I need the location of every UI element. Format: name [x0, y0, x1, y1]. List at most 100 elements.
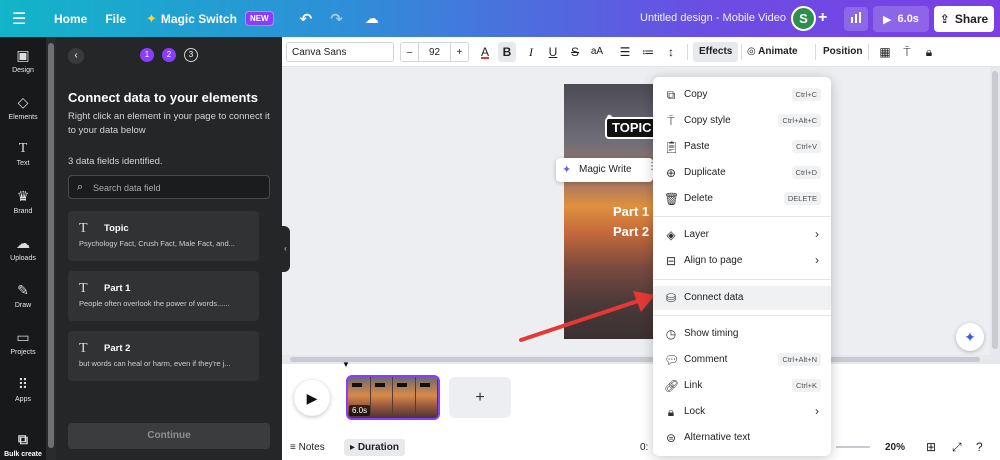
zoom-level[interactable]: 20% — [885, 439, 905, 456]
menu-item-connect-data[interactable]: ⛁ Connect data — [653, 286, 831, 310]
menu-item-label: Delete — [684, 193, 713, 204]
spacing-icon[interactable]: ↕ — [662, 42, 680, 62]
avatar[interactable]: S — [791, 6, 816, 31]
shortcut-badge: Ctrl+Alt+N — [778, 353, 821, 366]
text-color-button[interactable]: A — [476, 42, 494, 62]
design-title[interactable]: Untitled design - Mobile Video — [640, 12, 786, 24]
present-button[interactable]: ▶ 6.0s — [873, 6, 929, 32]
part1-text-element[interactable]: Part 1 — [613, 204, 649, 219]
bold-button[interactable]: B — [498, 42, 516, 62]
italic-button[interactable]: I — [522, 42, 540, 62]
lock-icon[interactable]: 🔒︎ — [920, 42, 938, 62]
data-field-card[interactable]: T Topic Psychology Fact, Crush Fact, Mal… — [68, 211, 259, 261]
bulk-create-icon: ⧉ — [18, 431, 28, 447]
animate-button[interactable]: ◎ Animate — [747, 42, 798, 62]
align-center-icon[interactable]: ☰ — [616, 42, 634, 62]
rail-item-bulk-create[interactable]: ⧉ Bulk create — [0, 431, 46, 458]
underline-button[interactable]: U — [544, 42, 562, 62]
shortcut-badge: Ctrl+Alt+C — [778, 114, 821, 127]
rail-item-brand[interactable]: ♛ Brand — [0, 188, 46, 215]
data-field-name: Part 2 — [104, 343, 131, 354]
rail-item-elements[interactable]: ◇ Elements — [0, 94, 46, 121]
menu-item-delete[interactable]: 🗑︎ Delete DELETE — [653, 187, 831, 211]
duration-button[interactable]: ▸ Duration — [344, 439, 405, 456]
strikethrough-button[interactable]: S — [566, 42, 584, 62]
effects-button[interactable]: Effects — [693, 42, 739, 62]
help-icon[interactable]: ? — [976, 439, 983, 456]
increase-size-button[interactable]: + — [450, 43, 468, 61]
add-collaborator-icon[interactable]: + — [818, 9, 827, 27]
font-family-select[interactable]: Canva Sans — [286, 42, 394, 62]
rail-item-draw[interactable]: ✎ Draw — [0, 282, 46, 309]
zoom-slider[interactable] — [836, 446, 870, 448]
menu-item-copy-style[interactable]: ⍑ Copy style Ctrl+Alt+C — [653, 109, 831, 133]
font-size-input[interactable]: 92 — [419, 43, 450, 61]
back-chevron-icon[interactable]: ‹ — [68, 48, 84, 64]
menu-item-label: Paste — [684, 141, 710, 152]
grid-view-icon[interactable]: ⊞ — [926, 439, 936, 456]
notes-button[interactable]: ≡ Notes — [290, 439, 325, 456]
fullscreen-icon[interactable]: ⤢ — [952, 439, 962, 456]
clock-icon: ◷ — [665, 327, 677, 341]
collapse-panel-handle[interactable]: ‹ — [281, 226, 290, 272]
editor-toolbar: Canva Sans – 92 + A B I U S aA ☰ ≔ ↕ Eff… — [282, 37, 1000, 67]
menu-item-label: Link — [684, 380, 703, 391]
rail-item-apps[interactable]: ⠿ Apps — [0, 376, 46, 403]
play-button[interactable]: ▶ — [294, 380, 330, 416]
decrease-size-button[interactable]: – — [401, 43, 419, 61]
home-link[interactable]: Home — [54, 12, 87, 26]
data-field-card[interactable]: T Part 2 but words can heal or harm, eve… — [68, 331, 259, 381]
rail-item-design[interactable]: ▣ Design — [0, 47, 46, 74]
magic-write-bar[interactable]: ✦ Magic Write ⋮ — [556, 158, 657, 182]
horizontal-scrollbar[interactable] — [282, 355, 1000, 364]
rail-item-projects[interactable]: ▭ Projects — [0, 329, 46, 356]
data-field-card[interactable]: T Part 1 People often overlook the power… — [68, 271, 259, 321]
hamburger-menu-icon[interactable]: ☰ — [12, 9, 36, 29]
scrollbar-thumb[interactable] — [48, 43, 54, 448]
search-input[interactable] — [93, 180, 263, 196]
menu-item-link[interactable]: 🔗︎ Link Ctrl+K — [653, 374, 831, 398]
trash-icon: 🗑︎ — [664, 192, 680, 206]
menu-item-duplicate[interactable]: ⊕ Duplicate Ctrl+D — [653, 161, 831, 185]
rail-item-text[interactable]: T Text — [0, 141, 46, 167]
topic-text-element[interactable]: TOPIC — [605, 117, 657, 139]
time-readout: 0: — [640, 442, 649, 453]
vertical-scrollbar[interactable] — [990, 67, 1000, 355]
menu-item-copy[interactable]: ⧉ Copy Ctrl+C — [653, 83, 831, 107]
position-button[interactable]: Position — [823, 42, 862, 62]
continue-button[interactable]: Continue — [68, 423, 270, 449]
share-button[interactable]: ⇪ Share — [934, 6, 994, 32]
bulk-create-panel: ‹ 1 2 3 Connect data to your elements Ri… — [56, 37, 282, 460]
context-menu: ⧉ Copy Ctrl+C ⍑ Copy style Ctrl+Alt+C 📋︎… — [653, 77, 831, 456]
redo-icon[interactable]: ↷ — [330, 10, 343, 28]
transparency-icon[interactable]: ▦ — [876, 42, 894, 62]
playhead-marker[interactable]: ▼ — [342, 360, 350, 369]
list-icon[interactable]: ≔ — [639, 42, 657, 62]
add-page-button[interactable]: + — [449, 377, 511, 418]
cloud-saved-icon[interactable]: ☁ — [365, 10, 379, 27]
menu-item-layer[interactable]: ◈ Layer › — [653, 223, 831, 247]
menu-item-lock[interactable]: 🔒︎ Lock › — [653, 400, 831, 424]
menu-item-comment[interactable]: 💬︎ Comment Ctrl+Alt+N — [653, 348, 831, 372]
rail-label: Text — [16, 160, 30, 167]
scrollbar-thumb[interactable] — [290, 357, 980, 362]
letter-case-button[interactable]: aA — [586, 42, 608, 62]
menu-item-alternative-text[interactable]: ⊜ Alternative text — [653, 426, 831, 450]
file-menu[interactable]: File — [105, 12, 126, 26]
folder-icon: ▭ — [16, 329, 30, 345]
rail-scrollbar[interactable] — [46, 37, 56, 460]
part2-text-element[interactable]: Part 2 — [613, 224, 649, 239]
scrollbar-thumb[interactable] — [992, 71, 998, 349]
magic-switch-button[interactable]: ✦ Magic Switch NEW — [146, 11, 274, 27]
side-rail: ▣ Design ◇ Elements T Text ♛ Brand ☁ Upl… — [0, 37, 46, 460]
paint-roller-icon[interactable]: ⍑ — [898, 42, 916, 62]
undo-icon[interactable]: ↶ — [300, 10, 313, 28]
menu-item-show-timing[interactable]: ◷ Show timing — [653, 322, 831, 346]
magic-assistant-icon[interactable]: ✦ — [956, 323, 984, 351]
insights-icon[interactable] — [844, 7, 868, 31]
rail-item-uploads[interactable]: ☁ Uploads — [0, 235, 46, 262]
notes-icon: ≡ — [290, 442, 296, 453]
menu-item-paste[interactable]: 📋︎ Paste Ctrl+V — [653, 135, 831, 159]
text-field-icon: T — [79, 221, 88, 236]
menu-item-align-to-page[interactable]: ⊟ Align to page › — [653, 249, 831, 273]
